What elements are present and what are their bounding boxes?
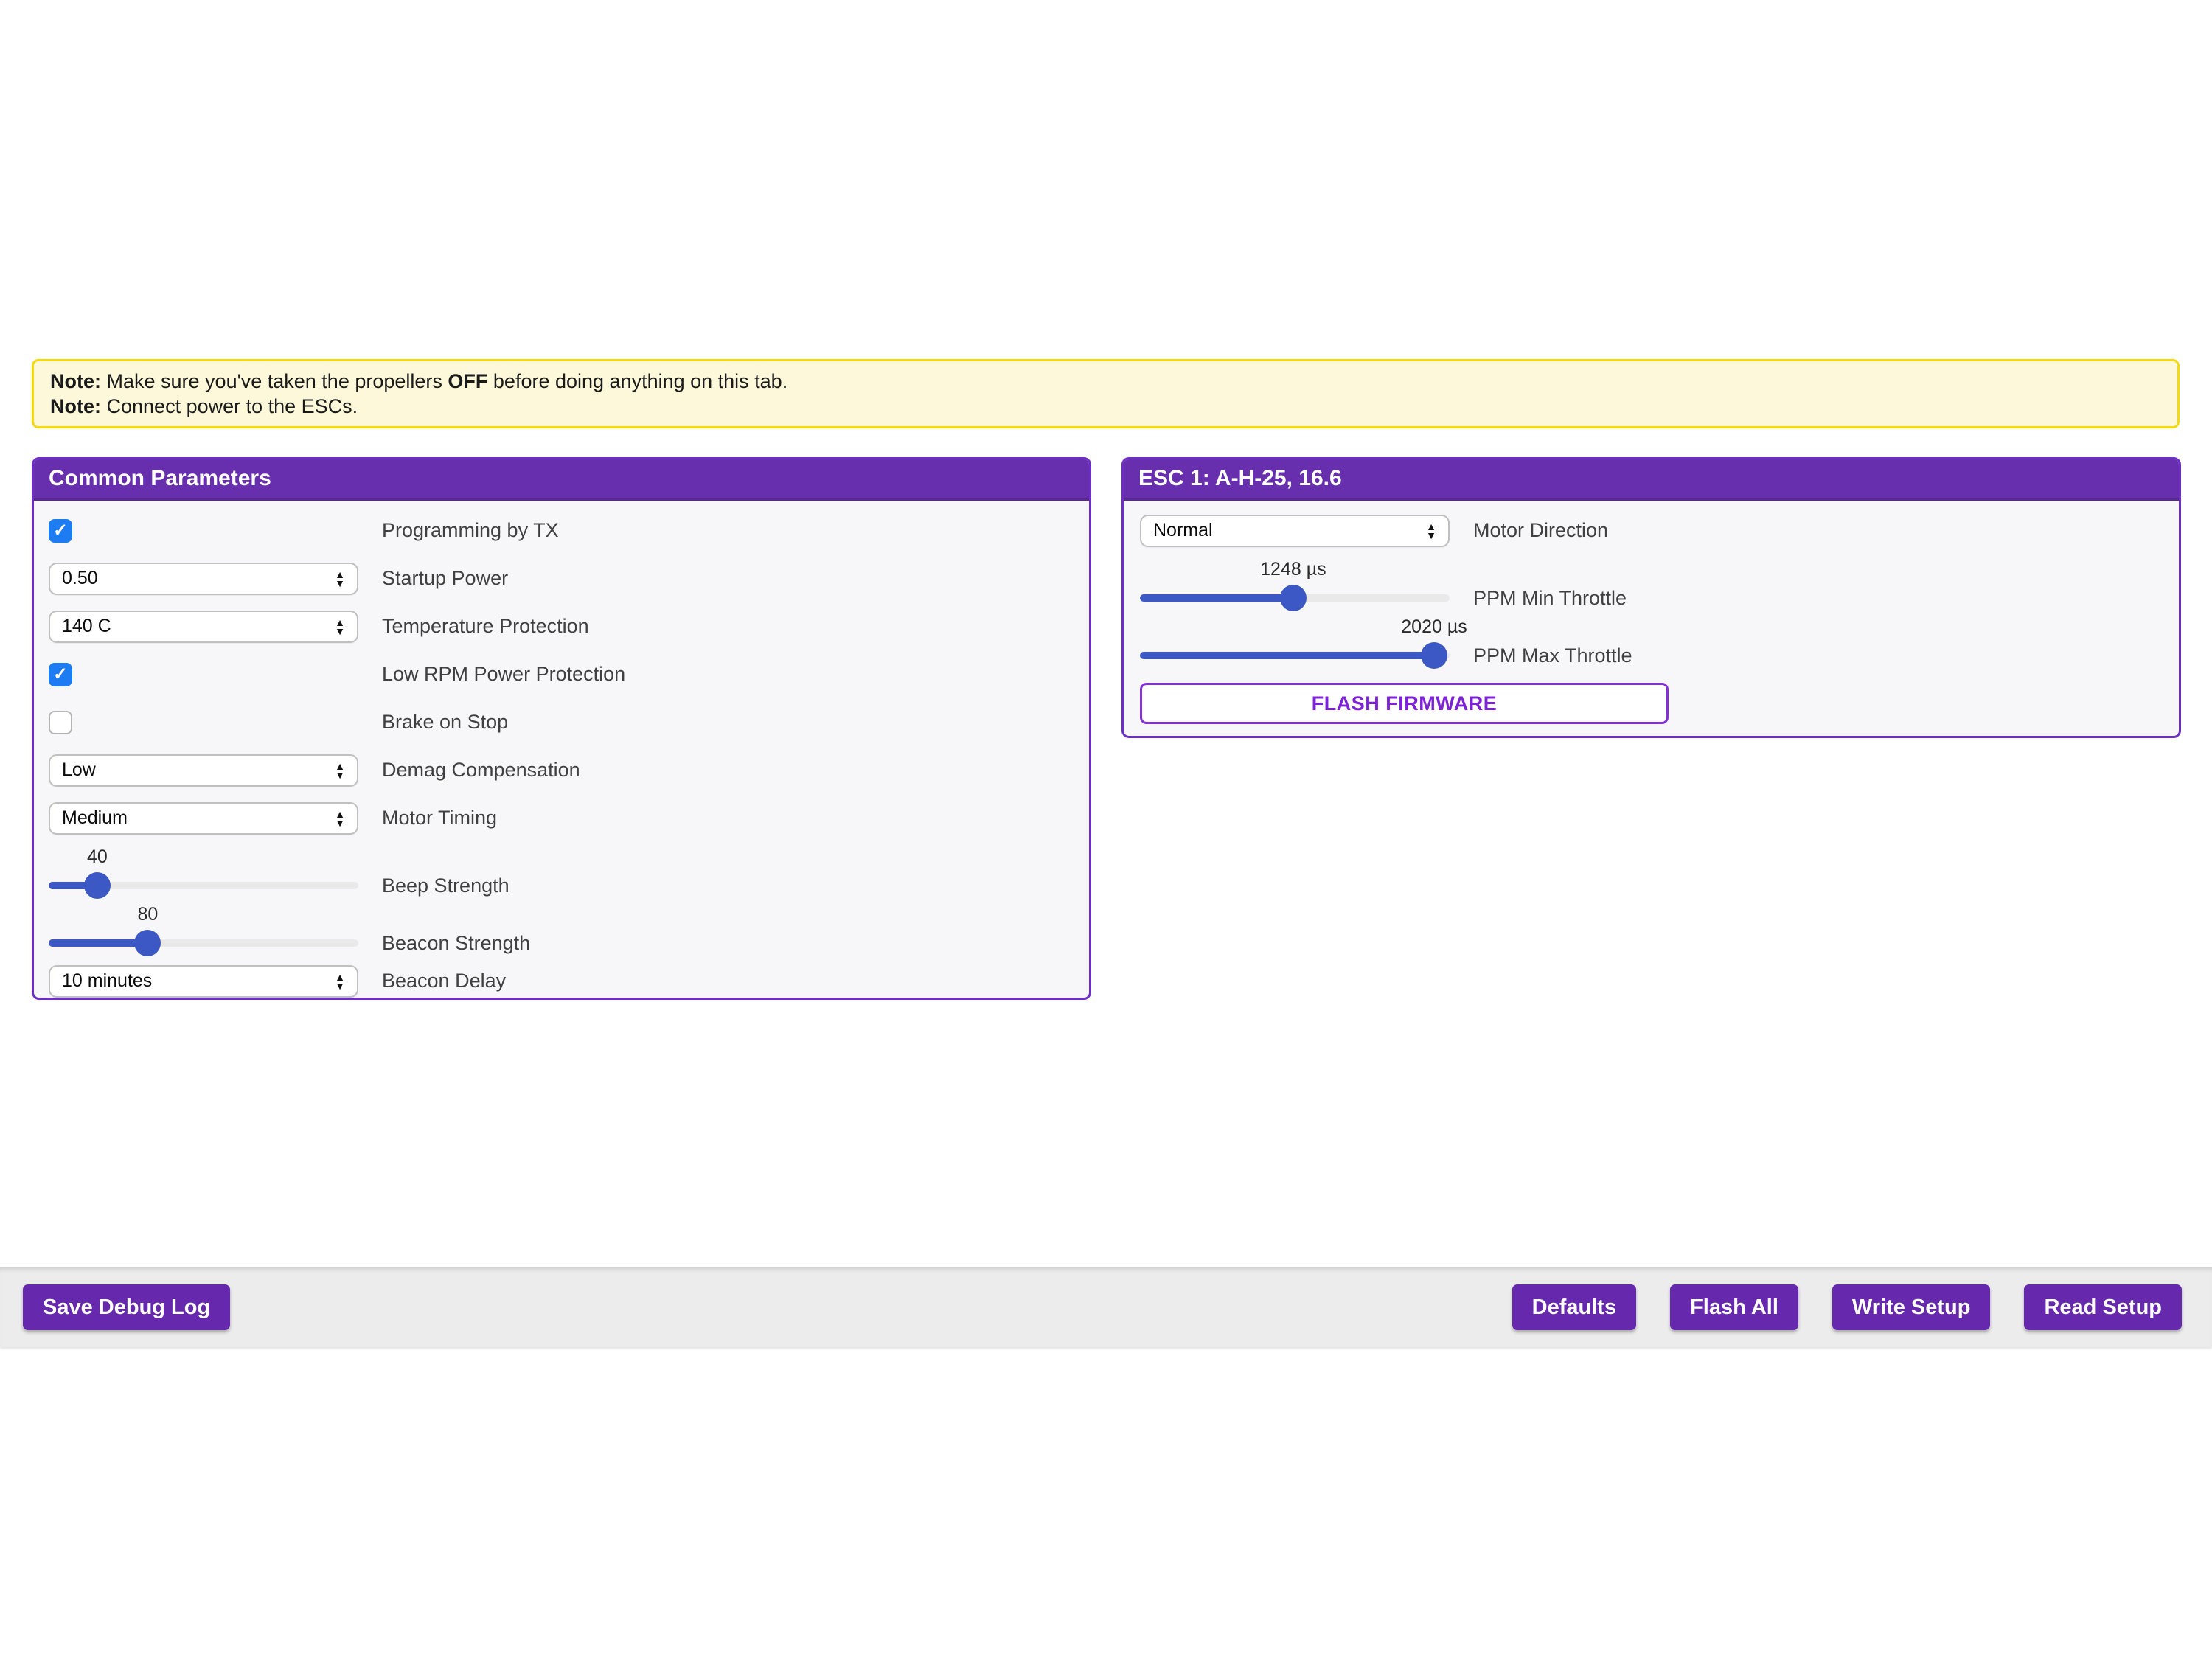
read-setup-button[interactable]: Read Setup xyxy=(2024,1284,2182,1330)
beacon-delay-select[interactable]: 10 minutes ▲▼ xyxy=(49,965,358,998)
esc-1-panel: ESC 1: A-H-25, 16.6 Normal ▲▼ Motor Dire… xyxy=(1121,457,2181,738)
esc-1-title: ESC 1: A-H-25, 16.6 xyxy=(1124,459,2179,501)
motor-direction-select[interactable]: Normal ▲▼ xyxy=(1140,515,1450,547)
demag-compensation-label: Demag Compensation xyxy=(382,759,580,782)
ppm-min-throttle-slider: 1248 µs xyxy=(1140,559,1450,612)
ppm-max-throttle-slider: 2020 µs xyxy=(1140,616,1450,669)
ppm-max-throttle-label: PPM Max Throttle xyxy=(1473,641,1632,669)
flash-firmware-button[interactable]: FLASH FIRMWARE xyxy=(1140,683,1669,724)
row-beep-strength: 40 Beep Strength xyxy=(34,842,1089,900)
beacon-strength-slider: 80 xyxy=(49,904,358,957)
flash-all-button[interactable]: Flash All xyxy=(1670,1284,1798,1330)
footer-right: Defaults Flash All Write Setup Read Setu… xyxy=(1512,1284,2182,1330)
common-parameters-title: Common Parameters xyxy=(34,459,1089,501)
select-stepper-icon: ▲▼ xyxy=(335,973,345,990)
note-label: Note: xyxy=(50,370,101,392)
demag-compensation-select[interactable]: Low ▲▼ xyxy=(49,754,358,787)
slider-thumb[interactable] xyxy=(134,930,161,956)
note-label: Note: xyxy=(50,395,101,417)
brake-on-stop-label: Brake on Stop xyxy=(382,711,508,734)
brake-on-stop-checkbox[interactable]: ✓ xyxy=(49,711,72,734)
select-stepper-icon: ▲▼ xyxy=(335,570,345,588)
slider-track-fill xyxy=(1140,652,1434,659)
defaults-button[interactable]: Defaults xyxy=(1512,1284,1636,1330)
startup-power-label: Startup Power xyxy=(382,567,508,590)
row-motor-direction: Normal ▲▼ Motor Direction xyxy=(1124,507,2179,554)
slider-track[interactable] xyxy=(49,872,358,900)
note-banner: Note: Make sure you've taken the propell… xyxy=(32,359,2180,428)
beacon-delay-label: Beacon Delay xyxy=(382,970,506,992)
row-programming-by-tx: ✓ Programming by TX xyxy=(34,507,1089,554)
slider-value: 2020 µs xyxy=(1140,616,1450,641)
row-brake-on-stop: ✓ Brake on Stop xyxy=(34,698,1089,746)
ppm-min-throttle-label: PPM Min Throttle xyxy=(1473,584,1627,612)
programming-by-tx-label: Programming by TX xyxy=(382,519,559,542)
slider-track-fill xyxy=(49,939,147,947)
footer-bar: Save Debug Log Defaults Flash All Write … xyxy=(0,1267,2212,1347)
temperature-protection-select[interactable]: 140 C ▲▼ xyxy=(49,611,358,643)
startup-power-select[interactable]: 0.50 ▲▼ xyxy=(49,563,358,595)
slider-value: 1248 µs xyxy=(1140,559,1450,584)
save-debug-log-button[interactable]: Save Debug Log xyxy=(23,1284,230,1330)
note-line-2: Note: Connect power to the ESCs. xyxy=(50,394,2161,419)
select-stepper-icon: ▲▼ xyxy=(1426,522,1436,540)
slider-thumb[interactable] xyxy=(1421,642,1447,669)
select-stepper-icon: ▲▼ xyxy=(335,618,345,636)
row-demag-compensation: Low ▲▼ Demag Compensation xyxy=(34,746,1089,794)
esc-1-body: Normal ▲▼ Motor Direction 1248 µs PPM Mi… xyxy=(1124,501,2179,724)
row-beacon-delay: 10 minutes ▲▼ Beacon Delay xyxy=(34,957,1089,1000)
checkmark-icon: ✓ xyxy=(53,522,68,540)
slider-track[interactable] xyxy=(49,929,358,957)
slider-track-fill xyxy=(1140,594,1293,602)
beacon-strength-label: Beacon Strength xyxy=(382,929,530,957)
slider-value: 80 xyxy=(49,904,358,929)
footer-left: Save Debug Log xyxy=(23,1284,230,1330)
slider-thumb[interactable] xyxy=(1280,585,1307,611)
row-ppm-min-throttle: 1248 µs PPM Min Throttle xyxy=(1124,554,2179,612)
slider-track[interactable] xyxy=(1140,584,1450,612)
common-parameters-body: ✓ Programming by TX 0.50 ▲▼ Startup Powe… xyxy=(34,501,1089,1000)
row-startup-power: 0.50 ▲▼ Startup Power xyxy=(34,554,1089,602)
slider-thumb[interactable] xyxy=(84,872,111,899)
motor-direction-label: Motor Direction xyxy=(1473,519,1608,542)
beep-strength-label: Beep Strength xyxy=(382,872,509,900)
row-temperature-protection: 140 C ▲▼ Temperature Protection xyxy=(34,602,1089,650)
common-parameters-panel: Common Parameters ✓ Programming by TX 0.… xyxy=(32,457,1091,1000)
checkmark-icon: ✓ xyxy=(53,666,68,684)
select-stepper-icon: ▲▼ xyxy=(335,810,345,827)
write-setup-button[interactable]: Write Setup xyxy=(1832,1284,1991,1330)
esc-configurator-screen: Note: Make sure you've taken the propell… xyxy=(0,0,2212,1659)
beep-strength-slider: 40 xyxy=(49,846,358,900)
row-beacon-strength: 80 Beacon Strength xyxy=(34,900,1089,957)
slider-track[interactable] xyxy=(1140,641,1450,669)
motor-timing-label: Motor Timing xyxy=(382,807,497,830)
low-rpm-power-protection-checkbox[interactable]: ✓ xyxy=(49,663,72,686)
note-line-1: Note: Make sure you've taken the propell… xyxy=(50,369,2161,394)
select-stepper-icon: ▲▼ xyxy=(335,762,345,779)
temperature-protection-label: Temperature Protection xyxy=(382,615,589,638)
programming-by-tx-checkbox[interactable]: ✓ xyxy=(49,519,72,543)
low-rpm-power-protection-label: Low RPM Power Protection xyxy=(382,663,625,686)
row-ppm-max-throttle: 2020 µs PPM Max Throttle xyxy=(1124,612,2179,669)
row-low-rpm-power-protection: ✓ Low RPM Power Protection xyxy=(34,650,1089,698)
row-motor-timing: Medium ▲▼ Motor Timing xyxy=(34,794,1089,842)
motor-timing-select[interactable]: Medium ▲▼ xyxy=(49,802,358,835)
slider-value: 40 xyxy=(49,846,358,872)
